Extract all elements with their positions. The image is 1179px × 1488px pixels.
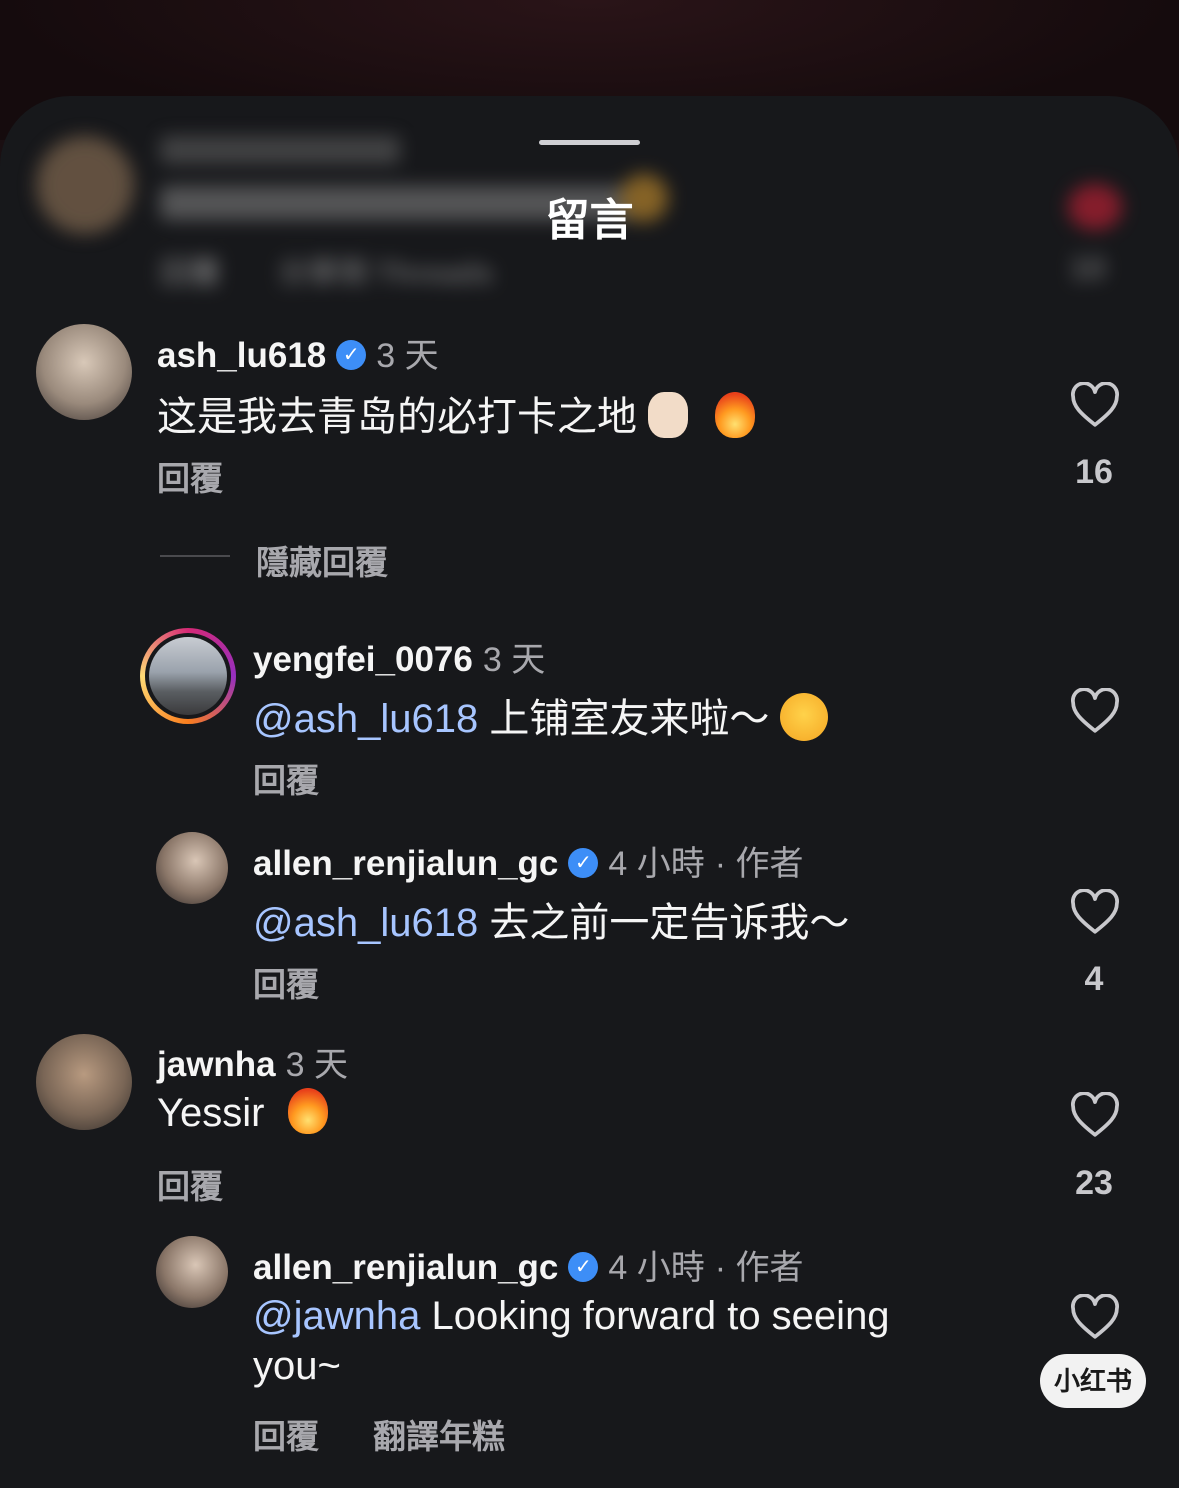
timestamp: 3 天 bbox=[285, 1046, 348, 1084]
avatar[interactable] bbox=[156, 1236, 228, 1308]
comment-text: Yessir bbox=[157, 1088, 328, 1138]
verified-badge-icon: ✓ bbox=[336, 339, 367, 370]
verified-badge-icon: ✓ bbox=[568, 847, 599, 878]
comment-header: allen_renjialun_gc ✓ 4 小時 · 作者 bbox=[253, 836, 804, 885]
comment-text: 这是我去青岛的必打卡之地 bbox=[157, 384, 756, 442]
avatar bbox=[149, 637, 227, 715]
blurred-actions: 回覆 分享到 Threads bbox=[160, 248, 493, 292]
comment-header: jawnha 3 天 bbox=[157, 1037, 348, 1086]
username[interactable]: yengfei_0076 bbox=[253, 640, 473, 679]
comments-sheet: 回覆 分享到 Threads 10 留言 ash_lu618 ✓ 3 天 这是我去青… bbox=[0, 96, 1179, 1488]
reply-button[interactable]: 回覆 bbox=[160, 257, 220, 290]
blurred-username bbox=[160, 136, 400, 164]
heart-outline-icon[interactable] bbox=[1070, 889, 1120, 935]
divider bbox=[160, 555, 230, 557]
verified-badge-icon: ✓ bbox=[568, 1251, 599, 1282]
avatar[interactable] bbox=[36, 324, 132, 420]
timestamp: 3 天 bbox=[376, 337, 439, 375]
heart-outline-icon[interactable] bbox=[1070, 382, 1120, 428]
reply-button[interactable]: 回覆 bbox=[157, 452, 223, 500]
username[interactable]: jawnha bbox=[157, 1045, 276, 1084]
comment-body: 去之前一定告诉我～ bbox=[478, 901, 850, 945]
comment-header: ash_lu618 ✓ 3 天 bbox=[157, 328, 439, 377]
comment-text: @ash_lu618 上铺室友来啦～ bbox=[253, 686, 829, 745]
username[interactable]: ash_lu618 bbox=[157, 336, 326, 375]
fire-emoji bbox=[715, 392, 756, 439]
comment-header: yengfei_0076 3 天 bbox=[253, 632, 545, 681]
reply-button[interactable]: 回覆 bbox=[253, 1410, 319, 1458]
comment-header: allen_renjialun_gc ✓ 4 小時 · 作者 bbox=[253, 1240, 804, 1289]
xiaohongshu-watermark: 小红书 bbox=[1040, 1354, 1146, 1408]
reply-button[interactable]: 回覆 bbox=[157, 1160, 223, 1208]
avatar-story-ring[interactable] bbox=[140, 628, 236, 724]
reply-button[interactable]: 回覆 bbox=[253, 958, 319, 1006]
rock-on-emoji bbox=[648, 392, 689, 439]
share-threads-button[interactable]: 分享到 Threads bbox=[278, 257, 493, 290]
comment-body: 上铺室友来啦～ bbox=[478, 697, 770, 741]
like-count: 16 bbox=[1075, 453, 1113, 491]
comment-text: @ash_lu618 去之前一定告诉我～ bbox=[253, 890, 849, 948]
heart-outline-icon[interactable] bbox=[1070, 688, 1120, 734]
reply-button[interactable]: 回覆 bbox=[253, 754, 319, 802]
like-count: 23 bbox=[1075, 1164, 1113, 1202]
mention-link[interactable]: @jawnha bbox=[253, 1294, 420, 1338]
timestamp: 4 小時 bbox=[608, 1249, 705, 1287]
hide-replies-button[interactable]: 隱藏回覆 bbox=[256, 536, 388, 584]
username[interactable]: allen_renjialun_gc bbox=[253, 1248, 558, 1287]
timestamp: 3 天 bbox=[482, 641, 546, 679]
comment-text: @jawnha Looking forward to seeing bbox=[253, 1294, 890, 1339]
sheet-title: 留言 bbox=[545, 196, 634, 245]
heart-outline-icon[interactable] bbox=[1070, 1092, 1120, 1138]
comment-body: Yessir bbox=[157, 1091, 276, 1135]
username[interactable]: allen_renjialun_gc bbox=[253, 844, 558, 883]
fire-emoji bbox=[287, 1088, 328, 1135]
heart-outline-icon[interactable] bbox=[1070, 1294, 1120, 1340]
like-count: 10 bbox=[1070, 250, 1106, 286]
author-tag: · 作者 bbox=[714, 1249, 804, 1287]
comment-body: Looking forward to seeing bbox=[420, 1294, 890, 1338]
timestamp: 4 小時 bbox=[608, 845, 705, 883]
comment-body: 这是我去青岛的必打卡之地 bbox=[157, 395, 637, 439]
heart-eyes-emoji bbox=[780, 693, 829, 742]
mention-link[interactable]: @ash_lu618 bbox=[253, 697, 478, 741]
avatar[interactable] bbox=[36, 1034, 132, 1130]
like-count: 4 bbox=[1084, 960, 1104, 998]
mention-link[interactable]: @ash_lu618 bbox=[253, 901, 478, 945]
author-tag: · 作者 bbox=[714, 845, 804, 883]
avatar[interactable] bbox=[156, 832, 228, 904]
translate-button[interactable]: 翻譯年糕 bbox=[373, 1410, 505, 1458]
comment-text-line2: you~ bbox=[253, 1344, 341, 1388]
